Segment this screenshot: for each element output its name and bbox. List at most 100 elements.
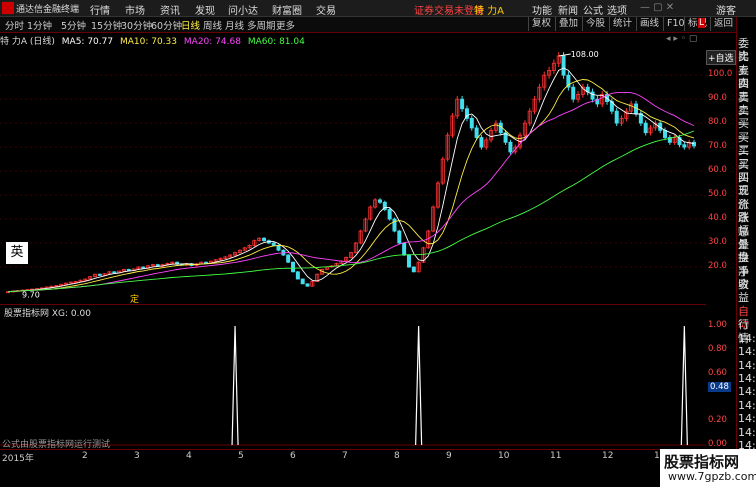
add-watch-button[interactable]: +自选 bbox=[706, 50, 736, 65]
watermark-title: 股票指标网 bbox=[664, 453, 740, 471]
window-controls-icon[interactable]: — ▢ ✕ bbox=[640, 2, 674, 13]
quote-panel: 委比 卖五 卖四 卖三 卖二 卖一 买一 买二 买三 买四 买五 现价 涨跌 涨幅 总量 外盘 换手 净资 收益 自动… bbox=[736, 17, 756, 487]
period-tab[interactable]: 5分钟 bbox=[61, 18, 86, 32]
candle-body bbox=[571, 86, 576, 100]
date-axis-label: 2015年 bbox=[2, 454, 34, 464]
indicator-axis: 1.00 0.80 0.60 0.48 0.20 0.00 bbox=[706, 316, 736, 449]
candle-body bbox=[402, 242, 407, 256]
period-tab-active[interactable]: 日线 bbox=[181, 18, 200, 32]
toolbar-button[interactable]: 标记 bbox=[684, 17, 710, 31]
high-label: 108.00 bbox=[571, 50, 599, 59]
menu-item[interactable]: 公式 bbox=[583, 2, 603, 17]
price-axis-label: 20.0 bbox=[708, 261, 727, 272]
toolbar-button[interactable]: 画线 bbox=[636, 17, 662, 31]
low-label: 9.70 bbox=[22, 291, 40, 300]
menu-item[interactable]: 发现 bbox=[195, 2, 215, 17]
ma-legend: 特 力A (日线) MA5: 70.77 MA10: 70.33 MA20: 7… bbox=[0, 34, 309, 47]
period-tab[interactable]: 15分钟 bbox=[91, 18, 122, 32]
toolbar-button[interactable]: 复权 bbox=[528, 17, 554, 31]
period-tab[interactable]: 60分钟 bbox=[151, 18, 182, 32]
ime-indicator[interactable]: 英 bbox=[6, 242, 28, 264]
menu-item[interactable]: 财富圈 bbox=[272, 2, 302, 17]
candle-body bbox=[692, 141, 697, 147]
menu-item[interactable]: 问小达 bbox=[228, 2, 258, 17]
date-axis-label: 4 bbox=[186, 451, 192, 461]
date-axis-label: 1 bbox=[654, 451, 660, 461]
candle-body bbox=[286, 254, 291, 263]
date-axis-label: 12 bbox=[602, 451, 614, 461]
candle-body bbox=[643, 122, 648, 134]
date-axis: 2015年 2 3 4 5 6 7 8 9 10 11 12 1 bbox=[0, 449, 660, 464]
date-axis-label: 9 bbox=[446, 451, 452, 461]
price-axis-label: 60.0 bbox=[708, 165, 727, 176]
indicator-chart[interactable] bbox=[0, 316, 706, 449]
candle-body bbox=[508, 141, 513, 153]
tick-row: 14:5 bbox=[738, 412, 756, 426]
current-stock: 特 力A bbox=[474, 6, 505, 17]
tick-row: 14:5 bbox=[738, 331, 756, 345]
period-tab[interactable]: 多周期 bbox=[247, 18, 276, 32]
ding-label: 定 bbox=[130, 293, 139, 303]
period-tab[interactable]: 30分钟 bbox=[121, 18, 152, 32]
price-axis-label: 80.0 bbox=[708, 117, 727, 128]
date-axis-label: 11 bbox=[550, 451, 562, 461]
indicator-axis-label: 0.20 bbox=[708, 415, 727, 426]
period-tab[interactable]: 分时 bbox=[5, 18, 24, 32]
candle-body bbox=[141, 266, 146, 269]
quote-field-label: 收益 bbox=[738, 278, 749, 305]
candle-body bbox=[291, 261, 296, 273]
period-tab[interactable]: 1分钟 bbox=[27, 18, 52, 32]
toolbar-button[interactable]: 返回 bbox=[710, 17, 736, 31]
candle-body bbox=[112, 271, 117, 274]
period-tab[interactable]: 周线 bbox=[203, 18, 222, 32]
menu-item[interactable]: 新闻 bbox=[558, 2, 578, 17]
period-tab[interactable]: 月线 bbox=[225, 18, 244, 32]
toolbar-button[interactable]: 统计 bbox=[609, 17, 635, 31]
candle-body bbox=[126, 269, 131, 272]
tick-row: 14:5 bbox=[738, 358, 756, 372]
period-tab-more[interactable]: 更多 bbox=[276, 18, 295, 32]
price-axis-label: 70.0 bbox=[708, 141, 727, 152]
price-axis: 100.0 90.0 80.0 70.0 60.0 50.0 40.0 30.0 20.0 bbox=[706, 46, 736, 303]
menu-item[interactable]: 市场 bbox=[125, 2, 145, 17]
candle-body bbox=[300, 278, 305, 285]
indicator-axis-label: 0.60 bbox=[708, 367, 727, 378]
indicator-spike bbox=[680, 325, 688, 446]
price-chart[interactable]: 108.00 9.70 定 bbox=[0, 46, 706, 303]
app-logo-icon bbox=[2, 2, 14, 14]
tick-row: 14:5 bbox=[738, 425, 756, 439]
menu-item[interactable]: 交易 bbox=[316, 2, 336, 17]
date-axis-label: 2 bbox=[82, 451, 88, 461]
candle-body bbox=[276, 245, 281, 251]
candle-body bbox=[271, 242, 276, 246]
price-axis-label: 100.0 bbox=[708, 69, 733, 80]
tick-row: 14:5 bbox=[738, 372, 756, 385]
candle-body bbox=[460, 98, 465, 110]
tick-row: 14:5 bbox=[738, 398, 756, 412]
chart-controls-icon[interactable]: ◂ ▸ ◦ ▢ bbox=[666, 34, 697, 44]
date-axis-label: 3 bbox=[134, 451, 140, 461]
candle-body bbox=[474, 127, 479, 138]
candle-body bbox=[97, 273, 102, 276]
l-badge: L bbox=[698, 18, 706, 28]
menu-item[interactable]: 功能 bbox=[532, 2, 552, 17]
candle-body bbox=[295, 271, 300, 280]
date-axis-label: 10 bbox=[498, 451, 510, 461]
watermark-url: www.7gpzb.com bbox=[668, 470, 756, 483]
candle-body bbox=[663, 129, 668, 138]
toolbar-button[interactable]: 今股 bbox=[582, 17, 608, 31]
formula-note: 公式由股票指标网运行测试 bbox=[2, 440, 111, 450]
user-label[interactable]: 游客 bbox=[716, 2, 736, 17]
candle-body bbox=[411, 266, 416, 273]
indicator-axis-label: 0.00 bbox=[708, 439, 727, 449]
price-axis-label: 40.0 bbox=[708, 213, 727, 224]
menu-item[interactable]: 资讯 bbox=[160, 2, 180, 17]
menu-item[interactable]: 选项 bbox=[607, 2, 627, 17]
date-axis-label: 8 bbox=[394, 451, 400, 461]
tick-row: 14:5 bbox=[738, 385, 756, 399]
toolbar-button[interactable]: 叠加 bbox=[555, 17, 581, 31]
menu-item[interactable]: 行情 bbox=[90, 2, 110, 17]
candle-body bbox=[614, 110, 619, 124]
indicator-axis-label: 1.00 bbox=[708, 320, 727, 330]
watermark: 股票指标网 www.7gpzb.com bbox=[660, 449, 756, 487]
